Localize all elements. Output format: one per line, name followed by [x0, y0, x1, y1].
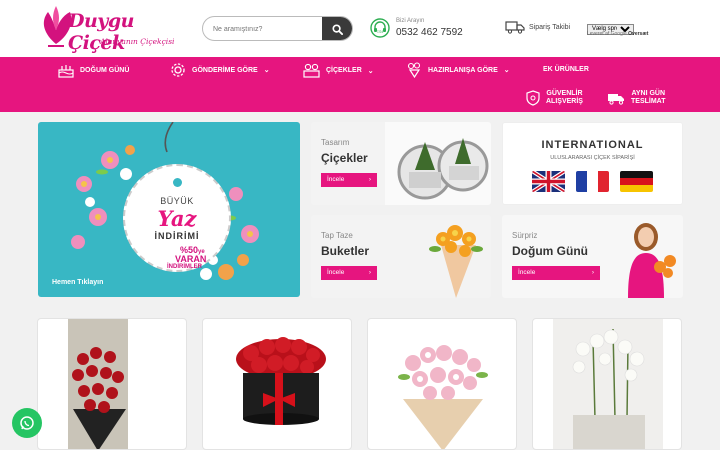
sale-line2: VARAN [175, 254, 207, 264]
chevron-right-icon: › [368, 269, 371, 276]
logo[interactable]: Duygu Çiçek Alanyanın Çiçekçisi [38, 4, 178, 54]
woman-with-flowers-image [628, 223, 676, 298]
bouquet-image [429, 225, 483, 298]
language-selector: Vælg sprog Leveret af Google Oversæt [587, 17, 648, 37]
fresh-bouquets-banner[interactable]: Tap Taze Buketler › İncele [311, 215, 491, 298]
banner-small-text: Tap Taze [321, 231, 353, 240]
flowers-icon [303, 63, 320, 78]
international-title: INTERNATIONAL [541, 139, 644, 151]
brand-tagline: Alanyanın Çiçekçisi [100, 37, 175, 46]
truck-icon [608, 93, 624, 105]
header: Duygu Çiçek Alanyanın Çiçekçisi 7/24 Biz… [0, 0, 720, 57]
translate-attribution: Leveret af Google Oversæt [587, 31, 649, 37]
nav-item-arrangement[interactable]: HAZIRLANIŞA GÖRE ⌄ [407, 62, 510, 78]
bouquet-icon [407, 62, 421, 78]
summer-sale-banner[interactable]: BÜYÜK Yaz İNDİRİMİ %50ye VARAN İNDİRİMLE… [38, 122, 300, 297]
red-roses-bouquet-image [68, 319, 128, 449]
contact-label: Bizi Arayın [396, 18, 425, 24]
svg-text:7/24: 7/24 [377, 30, 384, 34]
nav-item-birthday[interactable]: DOĞUM GÜNÜ [58, 63, 129, 78]
red-roses-box-image [236, 337, 326, 425]
sale-small-text: BÜYÜK [160, 196, 194, 206]
france-flag-icon [576, 171, 609, 192]
whatsapp-button[interactable] [12, 408, 42, 438]
gear-icon [171, 63, 185, 77]
product-card[interactable] [367, 318, 517, 450]
chevron-right-icon: › [368, 176, 371, 183]
whatsapp-icon [20, 416, 34, 430]
contact-number[interactable]: 0532 462 7592 [396, 27, 463, 38]
same-day-delivery-badge: AYNI GÜN TESLİMAT [607, 90, 665, 106]
banner-small-text: Sürpriz [512, 231, 538, 240]
tag-hole [173, 178, 182, 187]
sale-tag: BÜYÜK Yaz İNDİRİMİ %50ye VARAN İNDİRİMLE… [123, 164, 231, 272]
product-card[interactable] [202, 318, 352, 450]
sale-sub-text: İNDİRİMİ [154, 231, 200, 241]
sale-big-text: Yaz [157, 206, 197, 231]
product-card[interactable] [532, 318, 682, 450]
chevron-down-icon: ⌄ [367, 67, 374, 75]
uk-flag-icon [532, 171, 565, 192]
banner-title: Buketler [321, 244, 370, 258]
chevron-down-icon: ⌄ [263, 67, 270, 74]
google-logo: Google [610, 31, 627, 37]
search-input[interactable] [213, 22, 321, 36]
germany-flag-icon [620, 171, 653, 192]
search-button[interactable] [322, 17, 352, 40]
pink-lisianthus-bouquet-image [398, 345, 488, 449]
brand-name: Duygu Çiçek [68, 10, 134, 54]
international-banner[interactable]: INTERNATIONAL ULUSLARARASI ÇİÇEK SİPARİŞ… [502, 122, 683, 205]
banner-small-text: Tasarım [321, 138, 350, 147]
nav-item-flowers-label: ÇİÇEKLER [326, 67, 362, 74]
main-navigation: DOĞUM GÜNÜ GÖNDERİME GÖRE ⌄ ÇİÇEKLER ⌄ H… [0, 57, 720, 112]
inspect-button[interactable]: › İncele [321, 173, 377, 187]
surprise-birthday-banner[interactable]: Sürpriz Doğum Günü › İncele [502, 215, 683, 298]
nav-item-extras-label: EK ÜRÜNLER [543, 66, 589, 73]
inspect-button[interactable]: › İncele [321, 266, 377, 280]
banner-cta-link[interactable]: Hemen Tıklayın [52, 279, 103, 286]
white-orchid-pot-image [553, 319, 663, 449]
nav-item-extras[interactable]: EK ÜRÜNLER [543, 66, 589, 73]
terrarium-image [385, 122, 491, 205]
cake-icon [58, 65, 74, 78]
chevron-right-icon: › [591, 269, 594, 276]
nav-item-flowers[interactable]: ÇİÇEKLER ⌄ [303, 63, 374, 78]
truck-icon [505, 21, 525, 34]
order-tracking-link[interactable]: Sipariş Takibi [505, 20, 570, 34]
product-card[interactable] [37, 318, 187, 450]
sale-line3: İNDİRİMLER [167, 264, 202, 270]
nav-item-delivery[interactable]: GÖNDERİME GÖRE ⌄ [170, 62, 270, 78]
international-subtitle: ULUSLARARASI ÇİÇEK SİPARİŞİ [550, 155, 635, 161]
order-tracking-label: Sipariş Takibi [529, 23, 571, 31]
shield-icon [526, 90, 540, 106]
chevron-down-icon: ⌄ [503, 67, 510, 74]
banner-title: Doğum Günü [512, 244, 588, 258]
search-icon [331, 24, 343, 35]
design-flowers-banner[interactable]: Tasarım Çiçekler › İncele [311, 122, 491, 205]
search-box [202, 16, 353, 41]
inspect-button[interactable]: › İncele [512, 266, 600, 280]
secure-shopping-badge: GÜVENLİR ALIŞVERİŞ [526, 90, 583, 106]
nav-item-birthday-label: DOĞUM GÜNÜ [80, 67, 130, 74]
headset-icon: 7/24 [370, 18, 390, 38]
banner-title: Çiçekler [321, 151, 368, 165]
nav-item-arrangement-label: HAZIRLANIŞA GÖRE [428, 66, 498, 74]
nav-item-delivery-label: GÖNDERİME GÖRE [192, 66, 258, 74]
